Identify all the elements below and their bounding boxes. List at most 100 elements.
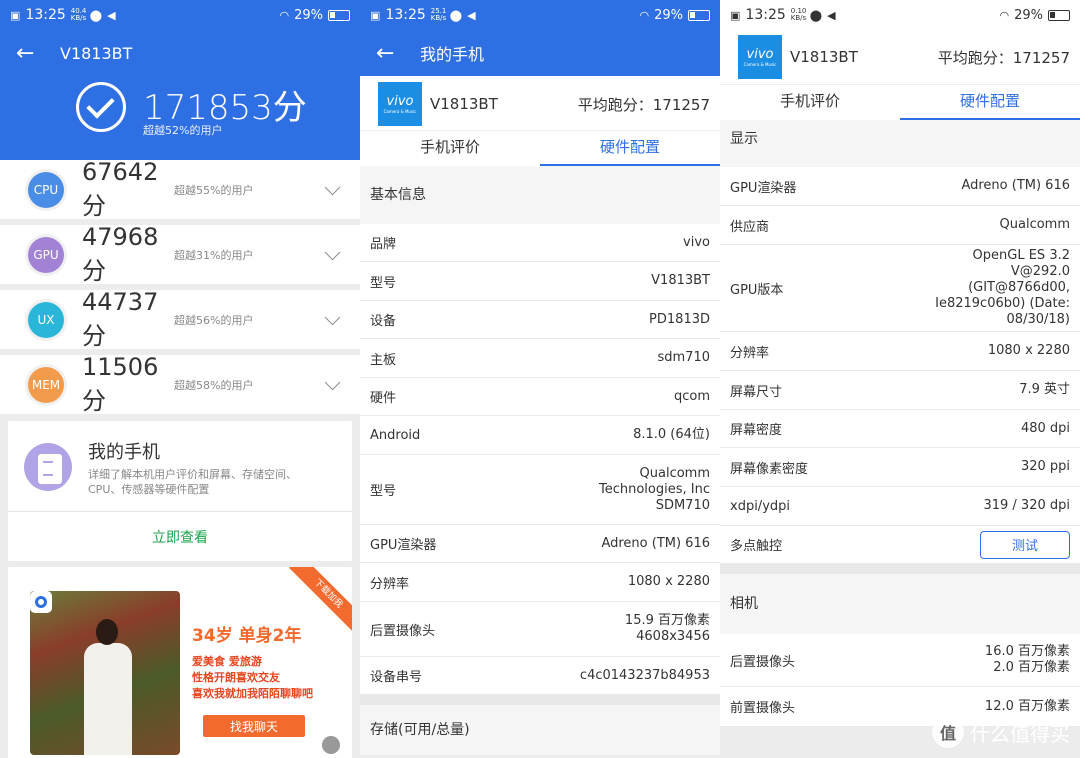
bench-rank: 超越55%的用户 bbox=[174, 183, 254, 197]
phone-model: V1813BT bbox=[790, 48, 858, 66]
document-icon bbox=[24, 443, 72, 491]
status-bar: ▣ 13:25 25.1 KB/s ⬤ ◀ ◠ 29% bbox=[360, 0, 720, 30]
view-now-button[interactable]: 立即查看 bbox=[8, 512, 352, 561]
info-row: 设备串号 c4c0143237b84953 bbox=[360, 657, 720, 695]
multitouch-row: 多点触控 测试 bbox=[720, 526, 1080, 564]
info-row: 主板 sdm710 bbox=[360, 339, 720, 378]
bench-row-cpu[interactable]: CPU 67642分 超越55%的用户 bbox=[0, 158, 360, 220]
app-bar: ← V1813BT bbox=[0, 30, 360, 76]
check-circle-icon bbox=[76, 82, 126, 132]
my-phone-panel: ▣ 13:25 25.1 KB/s ⬤ ◀ ◠ 29% ← 我的手机 vivo C… bbox=[360, 0, 720, 758]
bench-rank: 超越31%的用户 bbox=[174, 248, 254, 262]
info-row: 品牌 vivo bbox=[360, 224, 720, 262]
back-arrow-icon[interactable]: ← bbox=[16, 41, 46, 66]
network-speed: 0.10 KB/s bbox=[790, 7, 807, 22]
network-speed: 40.4 KB/s bbox=[70, 7, 87, 22]
info-row: GPU渲染器 Adreno (TM) 616 bbox=[720, 167, 1080, 206]
test-button[interactable]: 测试 bbox=[980, 530, 1070, 559]
bench-score: 67642分 bbox=[82, 158, 159, 220]
back-arrow-icon[interactable]: ← bbox=[376, 41, 406, 66]
average-score: 平均跑分：171257 bbox=[577, 95, 710, 114]
bench-row-mem[interactable]: MEM 11506分 超越58%的用户 bbox=[0, 353, 360, 415]
notification-icon: ▣ bbox=[730, 8, 741, 22]
info-row: 型号 V1813BT bbox=[360, 262, 720, 301]
average-score: 平均跑分：171257 bbox=[937, 48, 1070, 67]
status-time: 13:25 bbox=[745, 7, 786, 23]
notification-icon: ▣ bbox=[370, 8, 381, 22]
hardware-info: 基本信息 品牌 vivo 型号 V1813BT 设备 PD1813D 主板 sdm710… bbox=[360, 166, 720, 755]
section-title: 基本信息 bbox=[360, 166, 720, 224]
mute-icon: ◀ bbox=[467, 8, 476, 22]
refresh-icon[interactable] bbox=[322, 736, 340, 754]
bench-score: 44737分 bbox=[82, 288, 159, 350]
cpu-badge-icon: CPU bbox=[28, 171, 64, 208]
chevron-down-icon[interactable] bbox=[324, 179, 341, 196]
tab-bar: 手机评价 硬件配置 bbox=[360, 130, 720, 166]
location-icon: ⬤ bbox=[449, 8, 463, 22]
section-title: 显示 bbox=[720, 120, 1080, 167]
bench-row-ux[interactable]: UX 44737分 超越56%的用户 bbox=[0, 288, 360, 350]
wifi-icon: ◠ bbox=[279, 8, 290, 22]
bench-score: 47968分 bbox=[82, 223, 159, 285]
info-row: GPU渲染器 Adreno (TM) 616 bbox=[360, 525, 720, 563]
device-title: V1813BT bbox=[60, 43, 133, 63]
network-speed: 25.1 KB/s bbox=[430, 7, 447, 22]
ad-line: 喜欢我就加我陌陌聊聊吧 bbox=[192, 687, 313, 700]
status-time: 13:25 bbox=[385, 7, 426, 23]
app-bar: ← 我的手机 bbox=[360, 30, 720, 76]
ad-banner[interactable]: 下载加我 34岁 单身2年 爱美食 爱旅游 性格开朗喜欢交友 喜欢我就加我陌陌聊… bbox=[8, 567, 352, 758]
notification-icon: ▣ bbox=[10, 8, 21, 22]
battery-icon bbox=[1048, 9, 1070, 21]
info-row: GPU版本 OpenGL ES 3.2 V@292.0 (GIT@8766d00,… bbox=[720, 245, 1080, 332]
status-bar: ▣ 13:25 40.4 KB/s ⬤ ◀ ◠ 29% bbox=[0, 0, 360, 30]
tab-reviews[interactable]: 手机评价 bbox=[720, 85, 900, 120]
battery-percent: 29% bbox=[654, 7, 683, 23]
watermark: 值 什么值得买 bbox=[932, 716, 1070, 748]
bench-rank: 超越56%的用户 bbox=[174, 313, 254, 327]
phone-model: V1813BT bbox=[430, 95, 498, 113]
info-row: 后置摄像头 15.9 百万像素 4608x3456 bbox=[360, 602, 720, 657]
chevron-down-icon[interactable] bbox=[324, 309, 341, 326]
info-row: 硬件 qcom bbox=[360, 378, 720, 416]
wifi-icon: ◠ bbox=[999, 8, 1010, 22]
my-phone-title: 我的手机 bbox=[88, 442, 160, 463]
ux-badge-icon: UX bbox=[28, 301, 64, 338]
info-row: 供应商 Qualcomm bbox=[720, 206, 1080, 245]
status-time: 13:25 bbox=[25, 7, 66, 23]
mem-badge-icon: MEM bbox=[28, 366, 64, 403]
info-row: Android 8.1.0 (64位) bbox=[360, 416, 720, 455]
tab-reviews[interactable]: 手机评价 bbox=[360, 131, 540, 166]
total-rank: 超越52%的用户 bbox=[143, 124, 223, 137]
benchmark-result-panel: ▣ 13:25 40.4 KB/s ⬤ ◀ ◠ 29% ← V1813BT 17… bbox=[0, 0, 360, 758]
divider bbox=[720, 564, 1080, 574]
info-row: 后置摄像头 16.0 百万像素 2.0 百万像素 bbox=[720, 634, 1080, 687]
location-icon: ⬤ bbox=[809, 8, 823, 22]
info-row: 屏幕像素密度 320 ppi bbox=[720, 448, 1080, 487]
info-row: 屏幕密度 480 dpi bbox=[720, 410, 1080, 448]
tab-hardware[interactable]: 硬件配置 bbox=[900, 85, 1080, 120]
chevron-down-icon[interactable] bbox=[324, 244, 341, 261]
bench-rank: 超越58%的用户 bbox=[174, 378, 254, 392]
total-score-header: 171853分 超越52%的用户 bbox=[0, 76, 360, 160]
my-phone-card: 我的手机 详细了解本机用户评价和屏幕、存储空间、CPU、传感器等硬件配置 立即查… bbox=[8, 421, 352, 561]
watermark-text: 什么值得买 bbox=[970, 721, 1070, 746]
bench-row-gpu[interactable]: GPU 47968分 超越31%的用户 bbox=[0, 223, 360, 285]
mute-icon: ◀ bbox=[827, 8, 836, 22]
chevron-down-icon[interactable] bbox=[324, 374, 341, 391]
ad-line: 性格开朗喜欢交友 bbox=[192, 671, 280, 684]
battery-percent: 29% bbox=[1014, 7, 1043, 23]
momo-app-icon bbox=[30, 591, 52, 613]
info-row: 屏幕尺寸 7.9 英寸 bbox=[720, 371, 1080, 410]
battery-icon bbox=[328, 9, 350, 21]
info-row: 型号 Qualcomm Technologies, Inc SDM710 bbox=[360, 455, 720, 525]
ad-line: 爱美食 爱旅游 bbox=[192, 655, 262, 668]
benchmark-list: CPU 67642分 超越55%的用户 GPU 47968分 超越31%的用户 … bbox=[0, 158, 360, 420]
section-title: 相机 bbox=[720, 574, 1080, 634]
chat-button[interactable]: 找我聊天 bbox=[203, 715, 305, 737]
divider bbox=[360, 695, 720, 705]
page-title: 我的手机 bbox=[420, 45, 485, 64]
ad-photo bbox=[30, 591, 180, 755]
bench-score: 11506分 bbox=[82, 353, 159, 415]
tab-hardware[interactable]: 硬件配置 bbox=[540, 131, 720, 166]
info-row: xdpi/ydpi 319 / 320 dpi bbox=[720, 487, 1080, 526]
